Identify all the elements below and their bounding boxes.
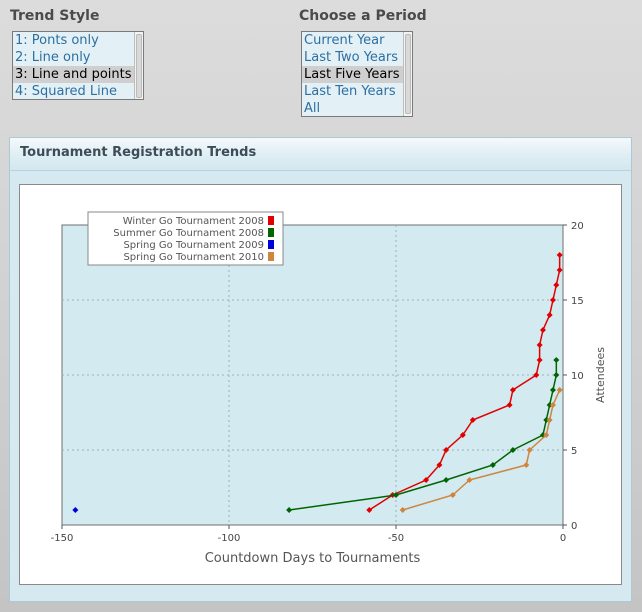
y-tick-label: 0 [571, 521, 577, 532]
trend-style-scrollbar[interactable] [134, 32, 143, 99]
x-tick-label: -50 [388, 533, 404, 544]
y-axis-label: Attendees [594, 347, 607, 403]
x-tick-label: -100 [218, 533, 241, 544]
period-option-last-five-years[interactable]: Last Five Years [302, 66, 412, 83]
legend-swatch [268, 240, 274, 249]
legend-swatch [268, 252, 274, 261]
y-tick-label: 10 [571, 371, 584, 382]
panel-header: Tournament Registration Trends [10, 138, 631, 171]
trend-style-option-3[interactable]: 3: Line and points [13, 66, 143, 83]
x-tick-label: -150 [51, 533, 74, 544]
legend-label: Summer Go Tournament 2008 [113, 228, 264, 239]
trend-style-title: Trend Style [10, 8, 100, 24]
y-tick-label: 5 [571, 446, 577, 457]
registration-trends-chart: -150 -100 -50 00 5 10 15 20 Countdown Days to To… [51, 211, 607, 566]
legend-label: Spring Go Tournament 2010 [123, 252, 264, 263]
legend-swatch [268, 228, 274, 237]
x-tick-label: 0 [560, 533, 566, 544]
period-option-last-ten-years[interactable]: Last Ten Years [302, 83, 412, 100]
scrollbar-thumb[interactable] [136, 34, 142, 98]
scrollbar-thumb[interactable] [405, 34, 411, 114]
period-listbox[interactable]: Current Year Last Two Years Last Five Ye… [301, 31, 413, 117]
period-scrollbar[interactable] [403, 32, 412, 116]
legend-label: Spring Go Tournament 2009 [123, 240, 264, 251]
y-tick-label: 20 [571, 221, 584, 232]
y-tick-label: 15 [571, 296, 584, 307]
trend-style-option-2[interactable]: 2: Line only [13, 49, 143, 66]
trend-style-option-4[interactable]: 4: Squared Line [13, 83, 143, 99]
legend-swatch [268, 216, 274, 225]
chart-container: -150 -100 -50 0 0 5 10 15 20 Countdown Days to To… [19, 184, 622, 585]
trend-style-listbox[interactable]: 1: Ponts only 2: Line only 3: Line and p… [12, 31, 144, 100]
period-title: Choose a Period [299, 8, 427, 24]
period-option-current-year[interactable]: Current Year [302, 32, 412, 49]
trend-style-option-1[interactable]: 1: Ponts only [13, 32, 143, 49]
panel-title: Tournament Registration Trends [20, 145, 257, 160]
period-option-all[interactable]: All [302, 100, 412, 116]
period-option-last-two-years[interactable]: Last Two Years [302, 49, 412, 66]
legend-label: Winter Go Tournament 2008 [123, 216, 264, 227]
x-axis-label: Countdown Days to Tournaments [205, 551, 421, 566]
